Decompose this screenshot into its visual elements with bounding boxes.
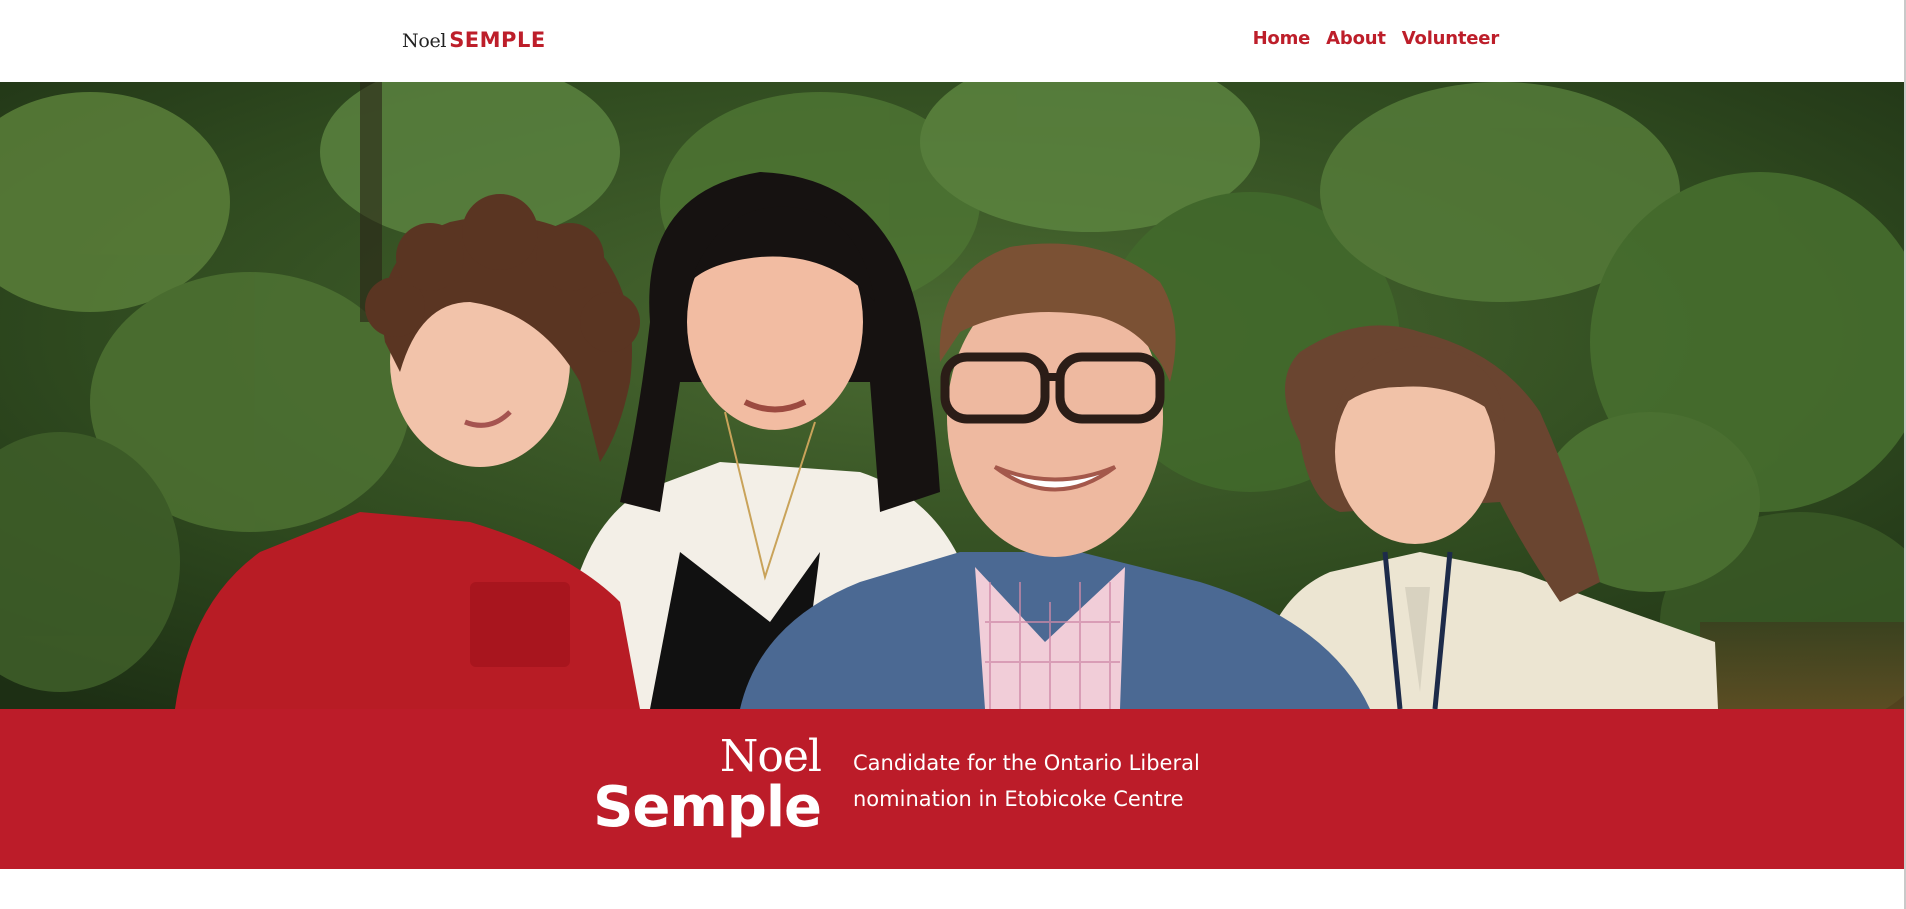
banner-last-name: Semple (593, 775, 822, 840)
logo-last-name: SEMPLE (449, 28, 546, 52)
family-photo-illustration (0, 82, 1904, 709)
site-header: Noel SEMPLE Home About Volunteer (0, 0, 1906, 82)
site-logo[interactable]: Noel SEMPLE (402, 28, 546, 52)
main-nav: Home About Volunteer (1253, 28, 1500, 49)
banner-first-name: Noel (719, 731, 822, 782)
logo-first-name: Noel (402, 30, 447, 52)
banner-candidate-name: Noel Semple (593, 731, 822, 840)
nav-home-link[interactable]: Home (1253, 28, 1311, 49)
nav-about-link[interactable]: About (1326, 28, 1386, 49)
candidate-banner: Noel Semple Candidate for the Ontario Li… (0, 709, 1904, 869)
nav-volunteer-link[interactable]: Volunteer (1402, 28, 1499, 49)
banner-tagline: Candidate for the Ontario Liberal nomina… (853, 751, 1200, 811)
hero-family-photo (0, 82, 1904, 709)
